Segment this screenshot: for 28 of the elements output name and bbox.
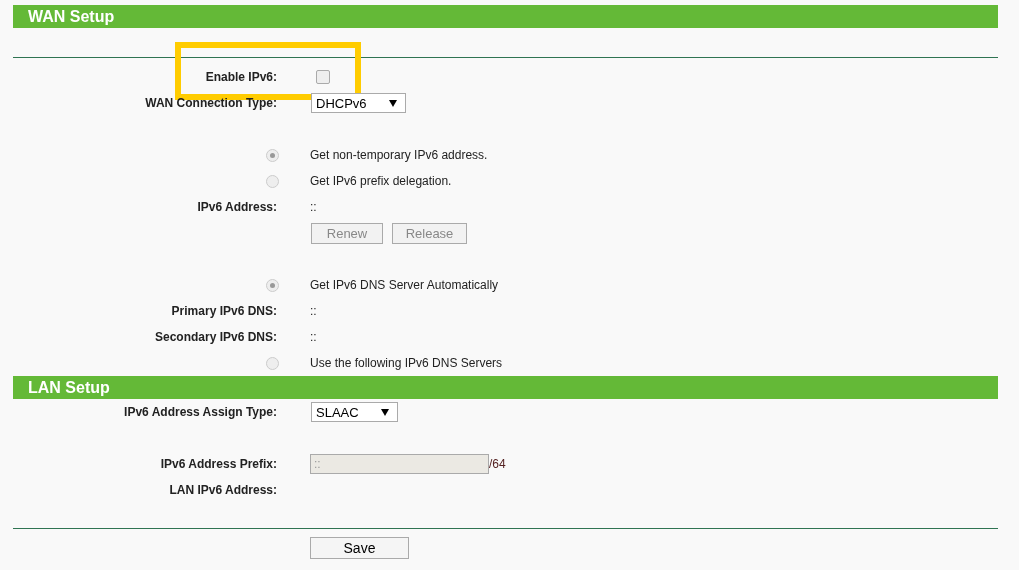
field-label: Enable IPv6: <box>205 70 277 84</box>
section-header: WAN Setup <box>13 5 998 28</box>
field-value: :: <box>310 200 317 214</box>
field-label: IPv6 Address Assign Type: <box>124 405 277 419</box>
field-label: Primary IPv6 DNS: <box>171 304 277 318</box>
option-label: Get IPv6 DNS Server Automatically <box>310 278 499 292</box>
dropdown[interactable]: DHCPv6 <box>311 93 406 113</box>
prefix-length: /64 <box>489 457 506 471</box>
checkbox[interactable] <box>316 70 330 84</box>
radio-button[interactable] <box>266 148 279 162</box>
dropdown[interactable]: SLAAC <box>311 402 398 422</box>
radio-button[interactable] <box>266 356 279 370</box>
field-label: LAN IPv6 Address: <box>169 483 277 497</box>
field-value: :: <box>310 330 317 344</box>
option-label: Get non-temporary IPv6 address. <box>310 148 488 162</box>
field-value: :: <box>310 304 317 318</box>
caret-icon <box>380 408 389 416</box>
field-label: IPv6 Address Prefix: <box>160 457 277 471</box>
save-button[interactable]: Save <box>310 537 409 559</box>
option-label: Get IPv6 prefix delegation. <box>310 174 452 188</box>
field-label: IPv6 Address: <box>197 200 277 214</box>
radio-button[interactable] <box>266 278 279 292</box>
section-header: LAN Setup <box>13 376 998 399</box>
option-label: Use the following IPv6 DNS Servers <box>310 356 503 370</box>
radio-button[interactable] <box>266 174 279 188</box>
field-label: Secondary IPv6 DNS: <box>154 330 277 344</box>
field-label: WAN Connection Type: <box>145 96 277 110</box>
caret-icon <box>388 99 397 107</box>
